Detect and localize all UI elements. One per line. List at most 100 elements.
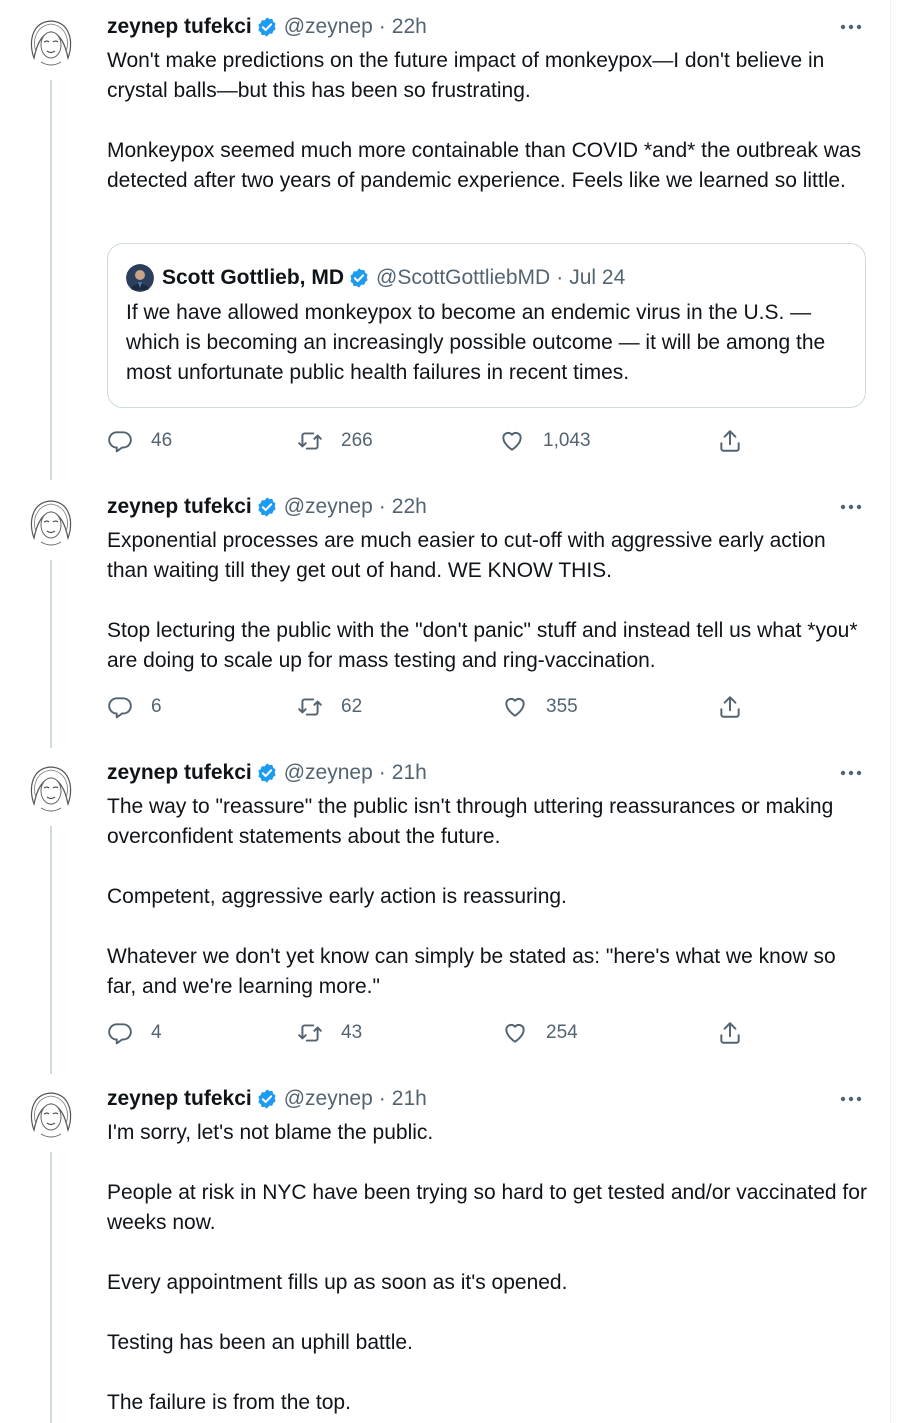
- heart-icon: [502, 431, 522, 451]
- paragraph: Exponential processes are much easier to…: [107, 529, 826, 582]
- tweet-3[interactable]: zeynep tufekci @zeynep · 21h The way to …: [0, 748, 890, 1074]
- tweet-1[interactable]: zeynep tufekci @zeynep · 22h Won't make …: [0, 0, 890, 480]
- timestamp[interactable]: 21h: [392, 1087, 427, 1111]
- avatar[interactable]: [22, 12, 80, 70]
- reply-icon: [108, 697, 132, 719]
- separator: ·: [378, 495, 386, 518]
- paragraph: Monkeypox seemed much more containable t…: [107, 139, 862, 192]
- tweet-actions: 46 266 1,043: [107, 426, 747, 456]
- paragraph: Whatever we don't yet know can simply be…: [107, 945, 836, 998]
- reply-icon: [108, 1023, 132, 1045]
- retweet-button[interactable]: 62: [297, 692, 362, 722]
- paragraph: The failure is from the top.: [107, 1391, 351, 1414]
- quoted-author-handle[interactable]: @ScottGottliebMD: [376, 266, 550, 290]
- retweet-button[interactable]: 266: [297, 426, 373, 456]
- retweet-count: 43: [341, 1022, 363, 1043]
- quoted-avatar: [126, 264, 154, 292]
- timestamp[interactable]: 22h: [392, 495, 427, 519]
- timeline-border: [890, 0, 891, 1423]
- like-count: 1,043: [543, 430, 591, 451]
- like-count: 254: [546, 1022, 578, 1043]
- avatar[interactable]: [22, 758, 80, 816]
- quoted-tweet-text: If we have allowed monkeypox to become a…: [126, 301, 826, 384]
- retweet-count: 266: [341, 430, 373, 451]
- author-handle[interactable]: @zeynep: [284, 1087, 373, 1111]
- timestamp[interactable]: 22h: [392, 15, 427, 39]
- author-name[interactable]: zeynep tufekci: [107, 495, 252, 519]
- more-icon[interactable]: [838, 494, 864, 520]
- reply-icon: [108, 431, 132, 453]
- retweet-button[interactable]: 43: [297, 1018, 362, 1048]
- share-button[interactable]: [717, 692, 743, 722]
- reply-count: 46: [151, 430, 173, 451]
- paragraph: The way to "reassure" the public isn't t…: [107, 795, 834, 848]
- share-icon: [720, 1022, 740, 1044]
- separator: ·: [378, 1087, 386, 1110]
- timestamp[interactable]: 21h: [392, 761, 427, 785]
- separator: ·: [556, 266, 564, 289]
- like-button[interactable]: 355: [502, 692, 578, 722]
- more-icon[interactable]: [838, 14, 864, 40]
- paragraph: I'm sorry, let's not blame the public.: [107, 1121, 434, 1144]
- author-name[interactable]: zeynep tufekci: [107, 1087, 252, 1111]
- tweet-text: I'm sorry, let's not blame the public. P…: [107, 1118, 867, 1418]
- share-button[interactable]: [717, 1018, 743, 1048]
- retweet-count: 62: [341, 696, 363, 717]
- separator: ·: [378, 761, 386, 784]
- author-handle[interactable]: @zeynep: [284, 761, 373, 785]
- retweet-icon: [298, 698, 322, 716]
- tweet-text: The way to "reassure" the public isn't t…: [107, 792, 867, 1002]
- quoted-timestamp[interactable]: Jul 24: [569, 266, 625, 290]
- reply-button[interactable]: 6: [107, 692, 162, 722]
- avatar[interactable]: [22, 492, 80, 550]
- author-name[interactable]: zeynep tufekci: [107, 15, 252, 39]
- share-button[interactable]: [717, 426, 743, 456]
- author-handle[interactable]: @zeynep: [284, 495, 373, 519]
- verified-badge-icon: [258, 763, 276, 783]
- like-count: 355: [546, 696, 578, 717]
- author-handle[interactable]: @zeynep: [284, 15, 373, 39]
- tweet-actions: 6 62 355: [107, 692, 747, 722]
- verified-badge-icon: [258, 1089, 276, 1109]
- reply-button[interactable]: 46: [107, 426, 172, 456]
- thread-line: [50, 80, 52, 480]
- avatar[interactable]: [22, 1084, 80, 1142]
- share-icon: [720, 430, 740, 452]
- reply-count: 4: [151, 1022, 162, 1043]
- more-icon[interactable]: [838, 760, 864, 786]
- thread-line: [50, 826, 52, 1074]
- heart-icon: [505, 1023, 525, 1043]
- tweet-2[interactable]: zeynep tufekci @zeynep · 22h Exponential…: [0, 480, 890, 748]
- tweet-text: Exponential processes are much easier to…: [107, 526, 867, 676]
- tweet-text: Won't make predictions on the future imp…: [107, 46, 867, 196]
- verified-badge-icon: [258, 497, 276, 517]
- thread-line: [50, 560, 52, 748]
- retweet-icon: [298, 1024, 322, 1042]
- paragraph: People at risk in NYC have been trying s…: [107, 1181, 867, 1234]
- author-name[interactable]: zeynep tufekci: [107, 761, 252, 785]
- tweet-actions: 4 43 254: [107, 1018, 747, 1048]
- paragraph: Won't make predictions on the future imp…: [107, 49, 825, 102]
- heart-icon: [505, 697, 525, 717]
- thread-line: [50, 1152, 52, 1423]
- reply-button[interactable]: 4: [107, 1018, 162, 1048]
- verified-badge-icon: [350, 268, 368, 288]
- separator: ·: [378, 15, 386, 38]
- quoted-author-name[interactable]: Scott Gottlieb, MD: [162, 266, 344, 290]
- share-icon: [720, 696, 740, 718]
- like-button[interactable]: 254: [502, 1018, 578, 1048]
- quoted-tweet[interactable]: Scott Gottlieb, MD @ScottGottliebMD · Ju…: [107, 243, 866, 408]
- like-button[interactable]: 1,043: [499, 426, 591, 456]
- more-icon[interactable]: [838, 1086, 864, 1112]
- tweet-4[interactable]: zeynep tufekci @zeynep · 21h I'm sorry, …: [0, 1074, 890, 1423]
- verified-badge-icon: [258, 17, 276, 37]
- retweet-icon: [298, 432, 322, 450]
